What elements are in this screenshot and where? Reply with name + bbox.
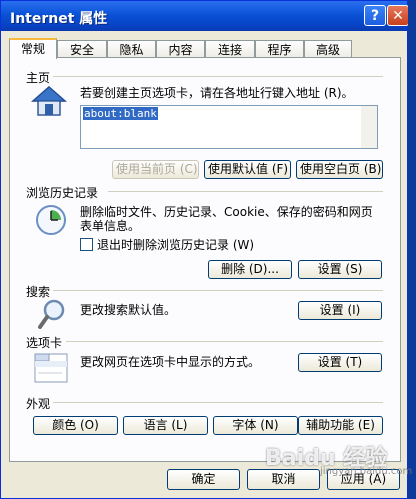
- tab-security[interactable]: 安全: [57, 40, 107, 58]
- baidu-watermark-url: jingyan.baidu.com: [320, 466, 413, 477]
- accessibility-button[interactable]: 辅助功能 (E): [298, 416, 383, 435]
- search-settings-button[interactable]: 设置 (I): [298, 301, 382, 320]
- home-url-value: about:blank: [83, 107, 158, 120]
- tab-connections[interactable]: 连接: [205, 40, 255, 58]
- magnifier-icon: [38, 299, 65, 329]
- languages-button[interactable]: 语言 (L): [123, 416, 208, 435]
- tab-content[interactable]: 内容: [156, 40, 205, 58]
- history-section-title: 浏览历史记录: [26, 186, 99, 200]
- appearance-divider: [53, 402, 383, 403]
- tabs-section-title: 选项卡: [26, 336, 63, 350]
- help-button[interactable]: ?: [364, 5, 386, 26]
- tab-advanced[interactable]: 高级: [304, 40, 352, 58]
- search-description: 更改搜索默认值。: [80, 303, 177, 317]
- use-current-button[interactable]: 使用当前页 (C): [112, 160, 199, 179]
- search-divider: [53, 290, 383, 291]
- house-icon: [31, 86, 67, 116]
- home-divider: [53, 76, 383, 77]
- history-description-line2: 表单信息。: [80, 219, 141, 233]
- colors-button[interactable]: 颜色 (O): [33, 416, 118, 435]
- history-divider: [108, 191, 383, 192]
- use-blank-button[interactable]: 使用空白页 (B): [296, 160, 383, 179]
- home-url-input[interactable]: about:blank: [80, 105, 378, 149]
- tabs-settings-button[interactable]: 设置 (T): [298, 353, 382, 372]
- use-default-button[interactable]: 使用默认值 (F): [204, 160, 291, 179]
- delete-history-on-exit-label[interactable]: 退出时删除浏览历史记录 (W): [97, 238, 254, 252]
- history-clock-icon: [36, 205, 66, 235]
- ok-button[interactable]: 确定: [167, 469, 240, 490]
- title-bar[interactable]: Internet 属性 ? ✕: [1, 1, 409, 31]
- tab-privacy[interactable]: 隐私: [107, 40, 156, 58]
- history-description-line1: 删除临时文件、历史记录、Cookie、保存的密码和网页: [80, 205, 373, 219]
- background-desktop-strip: [408, 0, 416, 499]
- history-settings-button[interactable]: 设置 (S): [298, 260, 382, 279]
- home-section-title: 主页: [26, 71, 51, 85]
- tabs-divider: [66, 341, 383, 342]
- delete-history-button[interactable]: 删除 (D)...: [208, 260, 292, 279]
- cancel-button[interactable]: 取消: [247, 469, 320, 490]
- fonts-button[interactable]: 字体 (N): [213, 416, 298, 435]
- tabs-description: 更改网页在选项卡中显示的方式。: [80, 355, 261, 369]
- appearance-section-title: 外观: [26, 397, 51, 411]
- home-description: 若要创建主页选项卡，请在各地址行键入地址 (R)。: [80, 86, 354, 100]
- window-title: Internet 属性: [10, 11, 108, 27]
- url-scrollbar[interactable]: [361, 106, 377, 148]
- close-button[interactable]: ✕: [387, 5, 409, 26]
- delete-history-on-exit-checkbox[interactable]: [80, 238, 93, 251]
- tabs-icon: [34, 353, 68, 383]
- tab-programs[interactable]: 程序: [255, 40, 304, 58]
- tab-general[interactable]: 常规: [9, 38, 57, 59]
- internet-properties-dialog: Internet 属性 ? ✕ 常规 安全 隐私 内容 连接 程序 高级 主页 …: [0, 0, 409, 499]
